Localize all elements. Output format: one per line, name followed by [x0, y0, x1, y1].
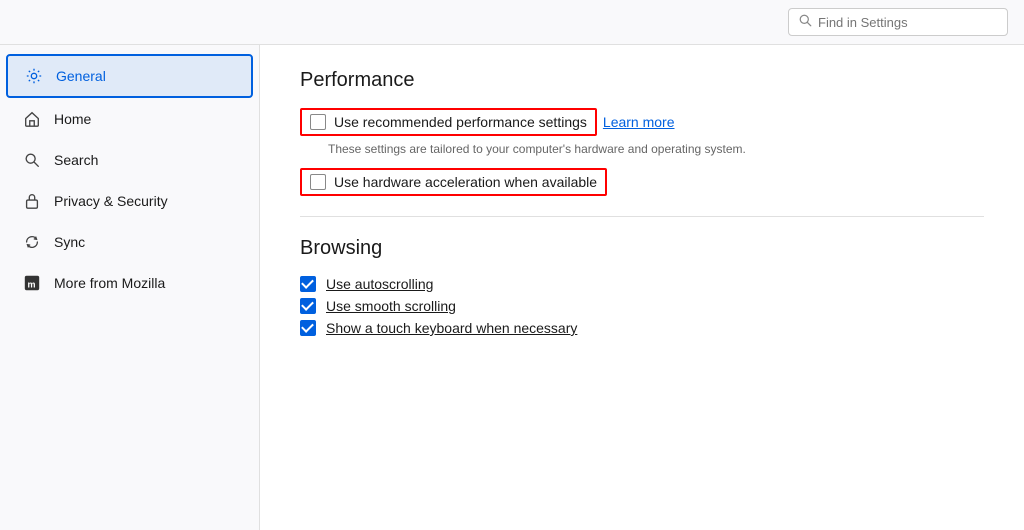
svg-text:m: m — [28, 280, 36, 290]
mozilla-icon: m — [22, 273, 42, 293]
smooth-scroll-checkbox[interactable] — [300, 298, 316, 314]
recommended-performance-label[interactable]: Use recommended performance settings — [334, 114, 587, 130]
sidebar-item-home[interactable]: Home — [6, 99, 253, 139]
autoscroll-row: Use autoscrolling — [300, 276, 984, 292]
learn-more-link[interactable]: Learn more — [603, 114, 675, 130]
sidebar-item-privacy-security[interactable]: Privacy & Security — [6, 181, 253, 221]
hardware-accel-highlight-box: Use hardware acceleration when available — [300, 168, 607, 196]
search-nav-icon — [22, 150, 42, 170]
hardware-accel-label[interactable]: Use hardware acceleration when available — [334, 174, 597, 190]
sidebar-item-search[interactable]: Search — [6, 140, 253, 180]
sidebar-home-label: Home — [54, 111, 91, 127]
recommended-highlight-box: Use recommended performance settings — [300, 108, 597, 136]
smooth-scroll-row: Use smooth scrolling — [300, 298, 984, 314]
sidebar-item-sync[interactable]: Sync — [6, 222, 253, 262]
hardware-accel-row: Use hardware acceleration when available — [300, 168, 984, 196]
touch-keyboard-label[interactable]: Show a touch keyboard when necessary — [326, 320, 577, 336]
touch-keyboard-row: Show a touch keyboard when necessary — [300, 320, 984, 336]
search-icon — [799, 14, 812, 30]
sidebar-mozilla-label: More from Mozilla — [54, 275, 165, 291]
performance-section: Performance Use recommended performance … — [300, 69, 984, 196]
find-in-settings-box[interactable] — [788, 8, 1008, 36]
touch-keyboard-checkbox[interactable] — [300, 320, 316, 336]
settings-content: Performance Use recommended performance … — [260, 45, 1024, 530]
sidebar: General Home Search — [0, 45, 260, 530]
browsing-title: Browsing — [300, 237, 984, 260]
autoscroll-label[interactable]: Use autoscrolling — [326, 276, 433, 292]
performance-title: Performance — [300, 69, 984, 92]
sidebar-sync-label: Sync — [54, 234, 85, 250]
smooth-scroll-label[interactable]: Use smooth scrolling — [326, 298, 456, 314]
sidebar-item-general[interactable]: General — [6, 54, 253, 98]
sidebar-item-more-mozilla[interactable]: m More from Mozilla — [6, 263, 253, 303]
sync-icon — [22, 232, 42, 252]
recommended-performance-checkbox[interactable] — [310, 114, 326, 130]
sidebar-search-label: Search — [54, 152, 98, 168]
section-divider — [300, 216, 984, 217]
gear-icon — [24, 66, 44, 86]
lock-icon — [22, 191, 42, 211]
sidebar-privacy-label: Privacy & Security — [54, 193, 168, 209]
find-in-settings-input[interactable] — [818, 15, 997, 30]
browsing-section: Browsing Use autoscrolling Use smooth sc… — [300, 237, 984, 336]
home-icon — [22, 109, 42, 129]
autoscroll-checkbox[interactable] — [300, 276, 316, 292]
main-layout: General Home Search — [0, 45, 1024, 530]
top-bar — [0, 0, 1024, 45]
recommended-sub-text: These settings are tailored to your comp… — [328, 142, 984, 156]
recommended-settings-row: Use recommended performance settings Lea… — [300, 108, 984, 136]
hardware-accel-checkbox[interactable] — [310, 174, 326, 190]
sidebar-general-label: General — [56, 68, 106, 84]
